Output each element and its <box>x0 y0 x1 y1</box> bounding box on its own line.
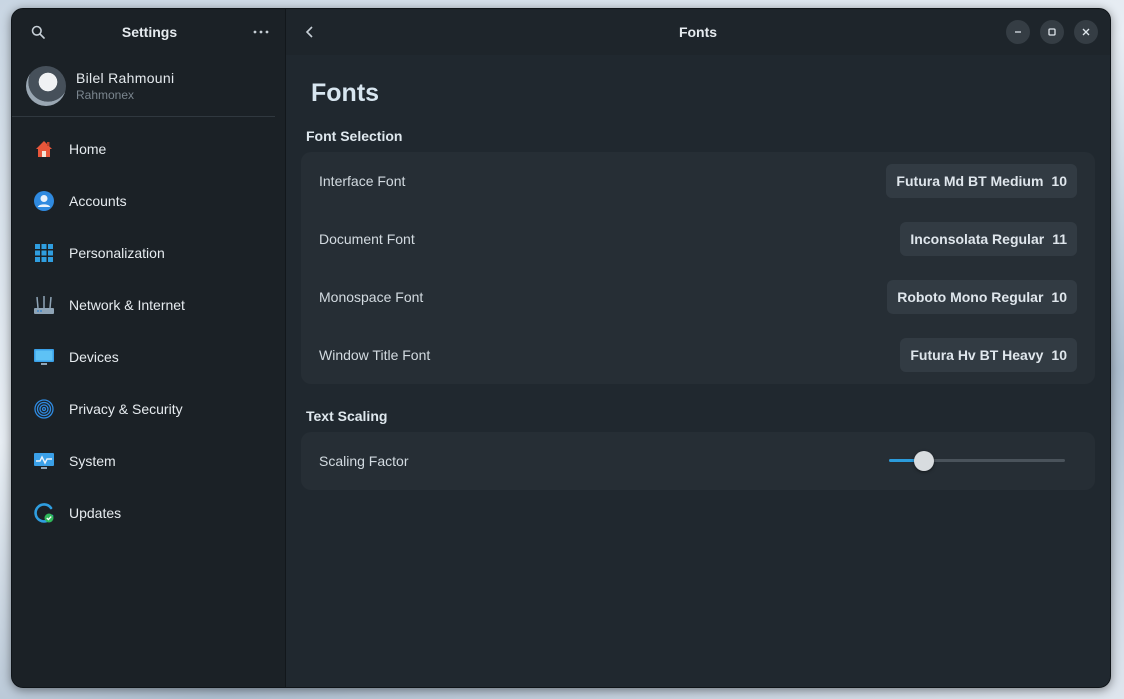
fingerprint-icon <box>33 398 55 420</box>
font-name: Futura Md BT Medium <box>896 173 1044 189</box>
sidebar-item-personalization[interactable]: Personalization <box>12 227 285 279</box>
window-controls <box>1006 20 1098 44</box>
font-selection-card: Interface Font Futura Md BT Medium 10 Do… <box>301 152 1095 384</box>
monospace-font-row: Monospace Font Roboto Mono Regular 10 <box>301 268 1095 326</box>
monitor-icon <box>33 346 55 368</box>
avatar <box>26 65 66 106</box>
sidebar-item-label: Personalization <box>69 245 165 261</box>
sidebar-item-label: System <box>69 453 116 469</box>
sidebar-header: Settings <box>12 9 285 55</box>
back-button[interactable] <box>300 22 320 42</box>
maximize-button[interactable] <box>1040 20 1064 44</box>
scaling-factor-row: Scaling Factor <box>301 432 1095 490</box>
chevron-left-icon <box>305 26 313 38</box>
row-label: Window Title Font <box>319 347 431 363</box>
document-font-button[interactable]: Inconsolata Regular 11 <box>900 222 1077 256</box>
sidebar-item-label: Network & Internet <box>69 297 185 313</box>
sidebar-item-label: Devices <box>69 349 119 365</box>
minimize-button[interactable] <box>1006 20 1030 44</box>
font-size: 10 <box>1051 173 1067 189</box>
sidebar-item-devices[interactable]: Devices <box>12 331 285 383</box>
row-label: Document Font <box>319 231 415 247</box>
user-profile[interactable]: Bilel Rahmouni Rahmonex <box>12 55 275 117</box>
maximize-icon <box>1048 28 1056 36</box>
close-button[interactable] <box>1074 20 1098 44</box>
row-label: Interface Font <box>319 173 406 189</box>
sidebar-nav: Home Accounts Personalization Network & … <box>12 117 285 539</box>
settings-window: Settings Bilel Rahmouni Rahmonex Home Ac… <box>11 8 1111 688</box>
sidebar-item-label: Accounts <box>69 193 127 209</box>
sidebar-item-system[interactable]: System <box>12 435 285 487</box>
page-content: Fonts Font Selection Interface Font Futu… <box>286 55 1110 514</box>
font-size: 10 <box>1051 347 1067 363</box>
font-name: Inconsolata Regular <box>910 231 1045 247</box>
home-icon <box>33 138 55 160</box>
sidebar-title: Settings <box>121 24 178 40</box>
window-title-font-row: Window Title Font Futura Hv BT Heavy 10 <box>301 326 1095 384</box>
search-icon[interactable] <box>28 22 48 42</box>
network-icon <box>33 294 55 316</box>
window-title-font-button[interactable]: Futura Hv BT Heavy 10 <box>900 338 1077 372</box>
header-title: Fonts <box>678 24 718 40</box>
font-size: 10 <box>1051 289 1067 305</box>
profile-username: Rahmonex <box>76 87 135 102</box>
grid-icon <box>33 242 55 264</box>
sidebar-item-label: Updates <box>69 505 122 521</box>
sidebar-item-label: Privacy & Security <box>69 401 183 417</box>
sidebar-item-home[interactable]: Home <box>12 123 285 175</box>
main-panel: Fonts Fonts Font Selection Interface Fon… <box>286 9 1110 687</box>
font-name: Roboto Mono Regular <box>897 289 1044 305</box>
system-monitor-icon <box>33 450 55 472</box>
update-icon <box>33 502 55 524</box>
font-size: 11 <box>1052 231 1067 247</box>
close-icon <box>1082 28 1090 36</box>
sidebar-item-network[interactable]: Network & Internet <box>12 279 285 331</box>
section-title-text-scaling: Text Scaling <box>306 408 388 424</box>
monospace-font-button[interactable]: Roboto Mono Regular 10 <box>887 280 1077 314</box>
section-title-font-selection: Font Selection <box>306 128 403 144</box>
interface-font-row: Interface Font Futura Md BT Medium 10 <box>301 152 1095 210</box>
sidebar-item-updates[interactable]: Updates <box>12 487 285 539</box>
document-font-row: Document Font Inconsolata Regular 11 <box>301 210 1095 268</box>
font-name: Futura Hv BT Heavy <box>910 347 1044 363</box>
minimize-icon <box>1015 31 1021 33</box>
profile-name: Bilel Rahmouni <box>76 69 175 86</box>
more-options-icon[interactable] <box>251 22 271 42</box>
sidebar: Settings Bilel Rahmouni Rahmonex Home Ac… <box>12 9 286 687</box>
scaling-factor-slider[interactable] <box>889 450 1065 472</box>
sidebar-item-accounts[interactable]: Accounts <box>12 175 285 227</box>
slider-thumb[interactable] <box>914 451 935 471</box>
row-label: Monospace Font <box>319 289 424 305</box>
header-bar: Fonts <box>286 9 1110 55</box>
interface-font-button[interactable]: Futura Md BT Medium 10 <box>886 164 1077 198</box>
sidebar-item-label: Home <box>69 141 107 157</box>
account-icon <box>33 190 55 212</box>
page-title: Fonts <box>311 79 380 107</box>
sidebar-item-privacy[interactable]: Privacy & Security <box>12 383 285 435</box>
text-scaling-card: Scaling Factor <box>301 432 1095 490</box>
row-label: Scaling Factor <box>319 453 409 469</box>
